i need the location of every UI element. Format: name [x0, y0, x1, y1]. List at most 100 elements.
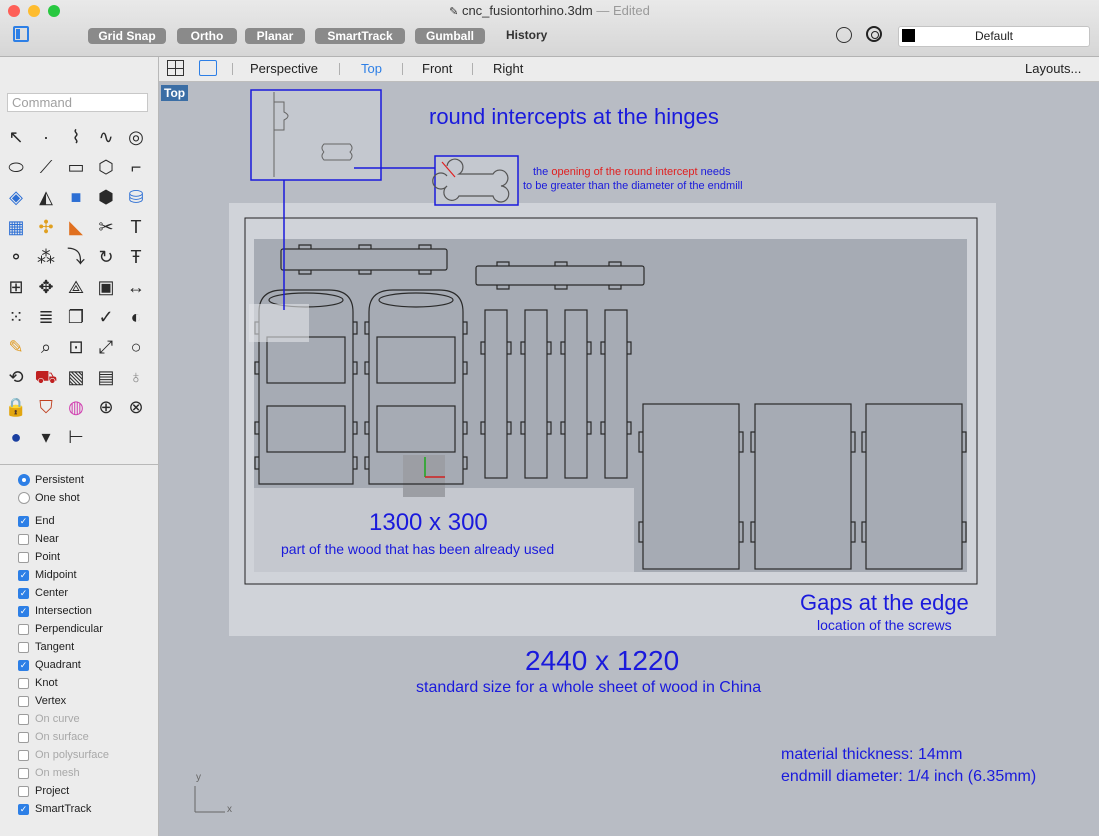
layer-dropdown[interactable]: Default	[898, 26, 1090, 47]
record-icon[interactable]	[866, 26, 882, 42]
grid-snap-button[interactable]: Grid Snap	[88, 28, 166, 44]
command-input[interactable]: Command	[7, 93, 148, 112]
osnap-mode-persistent[interactable]: Persistent	[18, 473, 84, 487]
layouts-button[interactable]: Layouts...	[1025, 61, 1081, 76]
checkbox[interactable]	[18, 551, 29, 563]
checkbox[interactable]	[18, 533, 29, 545]
globe-icon[interactable]: ●	[3, 424, 29, 450]
rectangle-icon[interactable]: ▭	[63, 154, 89, 180]
checkbox[interactable]: ✓	[18, 587, 29, 599]
cylinder-icon[interactable]: ⛁	[123, 184, 149, 210]
paint-icon[interactable]: ✎	[3, 334, 29, 360]
zoom-selected-icon[interactable]: ○	[123, 334, 149, 360]
layout-icon[interactable]: ▤	[93, 364, 119, 390]
tab-right[interactable]: Right	[493, 61, 523, 76]
checkbox[interactable]: ✓	[18, 569, 29, 581]
zoom-window-icon[interactable]: ⊡	[63, 334, 89, 360]
viewport-label[interactable]: Top	[161, 85, 189, 101]
grid-icon[interactable]: ⊞	[3, 274, 29, 300]
box-icon[interactable]: ■	[63, 184, 89, 210]
checkbox[interactable]	[18, 641, 29, 653]
lock-icon[interactable]: 🔒	[3, 394, 29, 420]
shield-icon[interactable]: ⛉	[33, 394, 59, 420]
ellipse-icon[interactable]: ⬭	[3, 154, 29, 180]
pen-icon[interactable]: ▾	[33, 424, 59, 450]
radio-button[interactable]	[18, 474, 30, 487]
viewport-canvas[interactable]	[159, 82, 1099, 836]
rotate-icon[interactable]: ↻	[93, 244, 119, 270]
checkbox[interactable]	[18, 695, 29, 707]
four-view-layout-icon[interactable]	[167, 60, 184, 76]
osnap-point[interactable]: Point	[18, 550, 60, 564]
ortho-button[interactable]: Ortho	[177, 28, 237, 44]
tab-front[interactable]: Front	[422, 61, 452, 76]
osnap-mode-one-shot[interactable]: One shot	[18, 491, 80, 505]
osnap-tangent[interactable]: Tangent	[18, 640, 74, 654]
array-icon[interactable]: ⁙	[3, 304, 29, 330]
tab-perspective[interactable]: Perspective	[250, 61, 318, 76]
check-icon[interactable]: ✓	[93, 304, 119, 330]
checkbox[interactable]	[18, 785, 29, 797]
explode-icon[interactable]: ⟁	[63, 274, 89, 300]
fillet-icon[interactable]: ⌐	[123, 154, 149, 180]
history-button[interactable]: History	[506, 28, 547, 42]
radio-button[interactable]	[18, 492, 30, 505]
circle-icon[interactable]: ◎	[123, 124, 149, 150]
checkbox[interactable]	[18, 623, 29, 635]
block-icon[interactable]: ▣	[93, 274, 119, 300]
arrow-icon[interactable]: ↖	[3, 124, 29, 150]
orbit-icon[interactable]: ⟲	[3, 364, 29, 390]
polycurve-icon[interactable]: ⟋	[33, 154, 59, 180]
surface-icon[interactable]: ◈	[3, 184, 29, 210]
zoom-extents-icon[interactable]: ⤢	[93, 334, 119, 360]
extrude-icon[interactable]: ◣	[63, 214, 89, 240]
tab-top[interactable]: Top	[361, 61, 382, 76]
shade-icon[interactable]: ◐	[123, 304, 149, 330]
polygon-icon[interactable]: ⬡	[93, 154, 119, 180]
t-text-icon[interactable]: Ŧ	[123, 244, 149, 270]
sidebar-toggle-icon[interactable]	[13, 26, 29, 42]
boolean-icon[interactable]: ⬢	[93, 184, 119, 210]
sphere-wire-icon[interactable]: ⊕	[93, 394, 119, 420]
osnap-end[interactable]: ✓ End	[18, 514, 55, 528]
polyline-icon[interactable]: ⌇	[63, 124, 89, 150]
planar-button[interactable]: Planar	[245, 28, 305, 44]
checkbox[interactable]	[18, 677, 29, 689]
sphere-grid-icon[interactable]: ⊗	[123, 394, 149, 420]
checkbox[interactable]: ✓	[18, 605, 29, 617]
move-icon[interactable]: ✥	[33, 274, 59, 300]
car-icon[interactable]: ⛟	[33, 364, 59, 390]
gumball-button[interactable]: Gumball	[415, 28, 485, 44]
single-view-layout-icon[interactable]	[199, 60, 217, 76]
osnap-toggle-icon[interactable]	[836, 27, 852, 43]
osnap-perpendicular[interactable]: Perpendicular	[18, 622, 103, 636]
osnap-midpoint[interactable]: ✓ Midpoint	[18, 568, 77, 582]
spheres-icon[interactable]: ⁂	[33, 244, 59, 270]
texture-icon[interactable]: ▧	[63, 364, 89, 390]
bulb-icon[interactable]: ♁	[123, 364, 149, 390]
osnap-quadrant[interactable]: ✓ Quadrant	[18, 658, 81, 672]
osnap-smarttrack[interactable]: ✓ SmartTrack	[18, 802, 91, 816]
text-icon[interactable]: T	[123, 214, 149, 240]
point-icon[interactable]: ·	[33, 124, 59, 150]
checkbox[interactable]: ✓	[18, 515, 29, 527]
checkbox[interactable]: ✓	[18, 659, 29, 671]
top-viewport[interactable]: Top round intercepts at the hinges the o…	[159, 82, 1099, 836]
osnap-center[interactable]: ✓ Center	[18, 586, 68, 600]
sphere-group-icon[interactable]: ⚬	[3, 244, 29, 270]
osnap-intersection[interactable]: ✓ Intersection	[18, 604, 92, 618]
osnap-vertex[interactable]: Vertex	[18, 694, 66, 708]
puzzle-icon[interactable]: ✣	[33, 214, 59, 240]
osnap-knot[interactable]: Knot	[18, 676, 58, 690]
layers-icon[interactable]: ≣	[33, 304, 59, 330]
color-wheel-icon[interactable]: ◍	[63, 394, 89, 420]
tree-icon[interactable]: ⊢	[63, 424, 89, 450]
dimension-icon[interactable]: ↔	[123, 274, 149, 300]
smarttrack-button[interactable]: SmartTrack	[315, 28, 405, 44]
osnap-project[interactable]: Project	[18, 784, 69, 798]
zoom-icon[interactable]: ⌕	[33, 334, 59, 360]
trim-icon[interactable]: ✂	[93, 214, 119, 240]
osnap-near[interactable]: Near	[18, 532, 59, 546]
arc-arrow-icon[interactable]: ⤵	[63, 244, 89, 270]
layer-color-swatch[interactable]	[902, 29, 915, 42]
